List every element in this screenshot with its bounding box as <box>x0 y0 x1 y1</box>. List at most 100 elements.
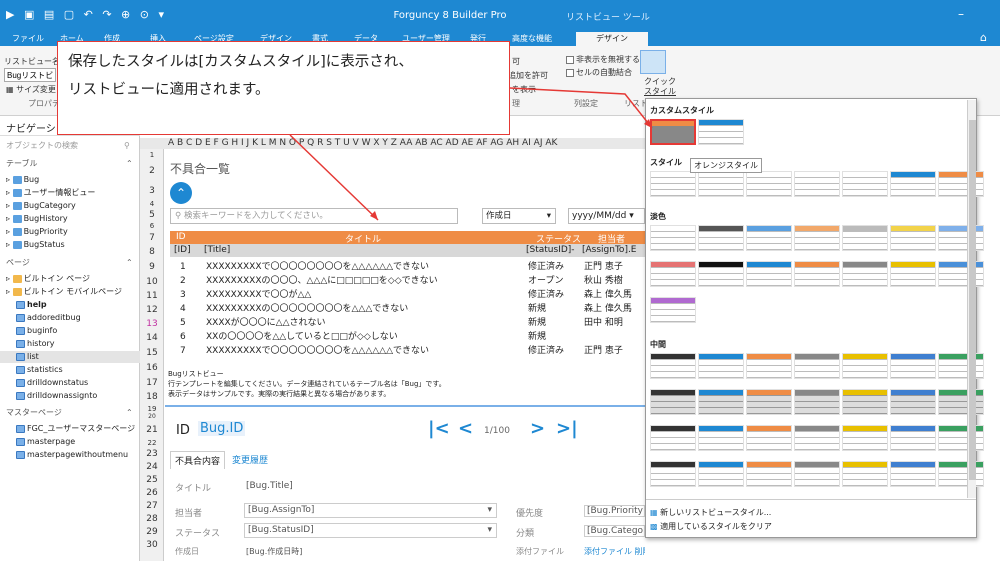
light-style-swatch[interactable] <box>890 261 936 287</box>
nav-page-help[interactable]: help <box>0 299 140 311</box>
nav-item-table[interactable]: ▹ BugCategory <box>0 200 140 212</box>
attach-value[interactable]: 添付ファイル 削除 <box>584 546 645 557</box>
tab-history[interactable]: 変更履歴 <box>232 453 268 466</box>
chevron-up-icon[interactable]: ⌃ <box>126 257 133 269</box>
nav-page-list[interactable]: list <box>0 351 140 363</box>
nav-item-table[interactable]: ▹ BugStatus <box>0 239 140 251</box>
medium-style-swatch[interactable] <box>794 353 840 379</box>
light-style-swatch[interactable] <box>746 261 792 287</box>
style-swatch[interactable] <box>794 171 840 197</box>
medium-style-swatch[interactable] <box>650 461 696 487</box>
list-row[interactable]: 5 XXXXが〇〇〇に△△されない 新規 田中 和明 <box>170 316 645 330</box>
medium-style-swatch[interactable] <box>890 461 936 487</box>
tab-file[interactable]: ファイル <box>8 32 48 46</box>
assignee-select[interactable]: [Bug.AssignTo] ▾ <box>244 503 497 518</box>
medium-style-swatch[interactable] <box>698 353 744 379</box>
date-input[interactable]: yyyy/MM/dd ▾ <box>568 208 645 224</box>
medium-style-swatch[interactable] <box>650 353 696 379</box>
light-style-swatch[interactable] <box>842 261 888 287</box>
minimize-button[interactable]: – <box>958 7 964 21</box>
date-field-select[interactable]: 作成日 ▾ <box>482 208 556 224</box>
nav-master[interactable]: masterpagewithoutmenu <box>0 449 140 461</box>
nav-item-table[interactable]: ▹ ユーザー情報ビュー <box>0 187 140 199</box>
prev-page-icon[interactable]: < <box>458 418 473 439</box>
nav-item-table[interactable]: ▹ BugPriority <box>0 226 140 238</box>
list-row[interactable]: 6 XXの〇〇〇〇を△△していると□□が◇◇しない 新規 <box>170 330 645 344</box>
medium-style-swatch[interactable] <box>746 461 792 487</box>
medium-style-swatch[interactable] <box>698 425 744 451</box>
nav-item-table[interactable]: ▹ BugHistory <box>0 213 140 225</box>
nav-page[interactable]: drilldownstatus <box>0 377 140 389</box>
nav-master[interactable]: FGC_ユーザーマスターページ <box>0 423 140 435</box>
medium-style-swatch[interactable] <box>698 389 744 415</box>
light-style-swatch[interactable] <box>698 225 744 251</box>
scrollbar-thumb[interactable] <box>969 120 976 480</box>
auto-merge-checkbox[interactable]: セルの自動結合 <box>566 67 632 78</box>
quick-style-icon[interactable] <box>640 50 666 74</box>
medium-style-swatch[interactable] <box>794 425 840 451</box>
medium-style-swatch[interactable] <box>890 353 936 379</box>
medium-style-swatch[interactable] <box>938 425 984 451</box>
new-style-menu-item[interactable]: ▦ 新しいリストビュースタイル... <box>650 507 771 518</box>
list-row[interactable]: 1 XXXXXXXXXで〇〇〇〇〇〇〇〇を△△△△△△できない 修正済み 正門 恵子 <box>170 260 645 274</box>
medium-style-swatch[interactable] <box>842 353 888 379</box>
ignore-hidden-checkbox[interactable]: 非表示を無視する <box>566 54 640 65</box>
style-swatch[interactable] <box>842 171 888 197</box>
category-value[interactable]: [Bug.Catego <box>584 525 645 537</box>
pages-section[interactable]: ページ ⌃ <box>0 257 140 269</box>
light-style-swatch[interactable] <box>650 297 696 323</box>
style-swatch[interactable] <box>698 171 744 197</box>
quick-access-toolbar[interactable]: ▶ ▣ ▤ ▢ ↶ ↷ ⊕ ⊙ ▾ <box>6 8 167 21</box>
medium-style-swatch[interactable] <box>650 425 696 451</box>
light-style-swatch[interactable] <box>938 225 984 251</box>
light-style-swatch[interactable] <box>842 225 888 251</box>
medium-style-swatch[interactable] <box>842 425 888 451</box>
light-style-swatch[interactable] <box>794 225 840 251</box>
nav-folder-builtin-mobile[interactable]: ▹ ビルトイン モバイルページ <box>0 286 140 298</box>
light-style-swatch[interactable] <box>746 225 792 251</box>
priority-value[interactable]: [Bug.Priority <box>584 505 645 517</box>
first-page-icon[interactable]: |< <box>428 418 450 439</box>
custom-style-swatch[interactable] <box>650 119 696 145</box>
list-row[interactable]: 4 XXXXXXXXXの〇〇〇〇〇〇〇〇を△△△できない 新規 森上 偉久馬 <box>170 302 645 316</box>
medium-style-swatch[interactable] <box>650 389 696 415</box>
medium-style-swatch[interactable] <box>794 389 840 415</box>
style-swatch[interactable] <box>650 171 696 197</box>
next-page-icon[interactable]: > <box>530 418 545 439</box>
medium-style-swatch[interactable] <box>842 461 888 487</box>
show-label[interactable]: を表示 <box>512 84 536 95</box>
created-value[interactable]: [Bug.作成日時] <box>246 546 302 557</box>
last-page-icon[interactable]: >| <box>556 418 578 439</box>
style-swatch[interactable] <box>938 171 984 197</box>
light-style-swatch[interactable] <box>890 225 936 251</box>
medium-style-swatch[interactable] <box>938 353 984 379</box>
home-icon[interactable]: ⌂ <box>980 31 987 44</box>
medium-style-swatch[interactable] <box>938 389 984 415</box>
medium-style-swatch[interactable] <box>698 461 744 487</box>
medium-style-swatch[interactable] <box>746 425 792 451</box>
list-row[interactable]: 2 XXXXXXXXXの〇〇〇、△△△に□□□□□を◇◇できない オープン 秋山 秀樹 <box>170 274 645 288</box>
nav-folder-builtin[interactable]: ▹ ビルトイン ページ <box>0 273 140 285</box>
custom-style-swatch[interactable] <box>698 119 744 145</box>
nav-master[interactable]: masterpage <box>0 436 140 448</box>
keyword-search-input[interactable]: ⚲ 検索キーワードを入力してください。 <box>170 208 458 224</box>
search-icon[interactable]: ⚲ <box>124 140 130 152</box>
nav-page[interactable]: drilldownassignto <box>0 390 140 402</box>
nav-page[interactable]: buginfo <box>0 325 140 337</box>
field-title-value[interactable]: [Bug.Title] <box>246 481 293 491</box>
object-search-input[interactable]: オブジェクトの検索 ⚲ <box>0 140 140 152</box>
tab-advanced[interactable]: 高度な機能 <box>508 32 556 46</box>
medium-style-swatch[interactable] <box>890 425 936 451</box>
medium-style-swatch[interactable] <box>746 389 792 415</box>
tab-listview-design[interactable]: デザイン <box>576 32 648 46</box>
list-row[interactable]: 7 XXXXXXXXXで〇〇〇〇〇〇〇〇を△△△△△△できない 修正済み 正門 恵子 <box>170 344 645 358</box>
column-header[interactable]: A B C D E F G H I J K L M N O P Q R S T … <box>140 138 645 149</box>
chevron-up-circle-icon[interactable]: ⌃ <box>170 182 192 204</box>
tab-detail[interactable]: 不具合内容 <box>170 451 226 469</box>
medium-style-swatch[interactable] <box>842 389 888 415</box>
status-select[interactable]: [Bug.StatusID] ▾ <box>244 523 497 538</box>
style-swatch[interactable] <box>890 171 936 197</box>
row-header[interactable]: 1 2 3 4 5 6 7 8 9 10 11 12 13 14 15 16 1… <box>140 149 164 561</box>
style-swatch[interactable] <box>746 171 792 197</box>
light-style-swatch[interactable] <box>650 225 696 251</box>
